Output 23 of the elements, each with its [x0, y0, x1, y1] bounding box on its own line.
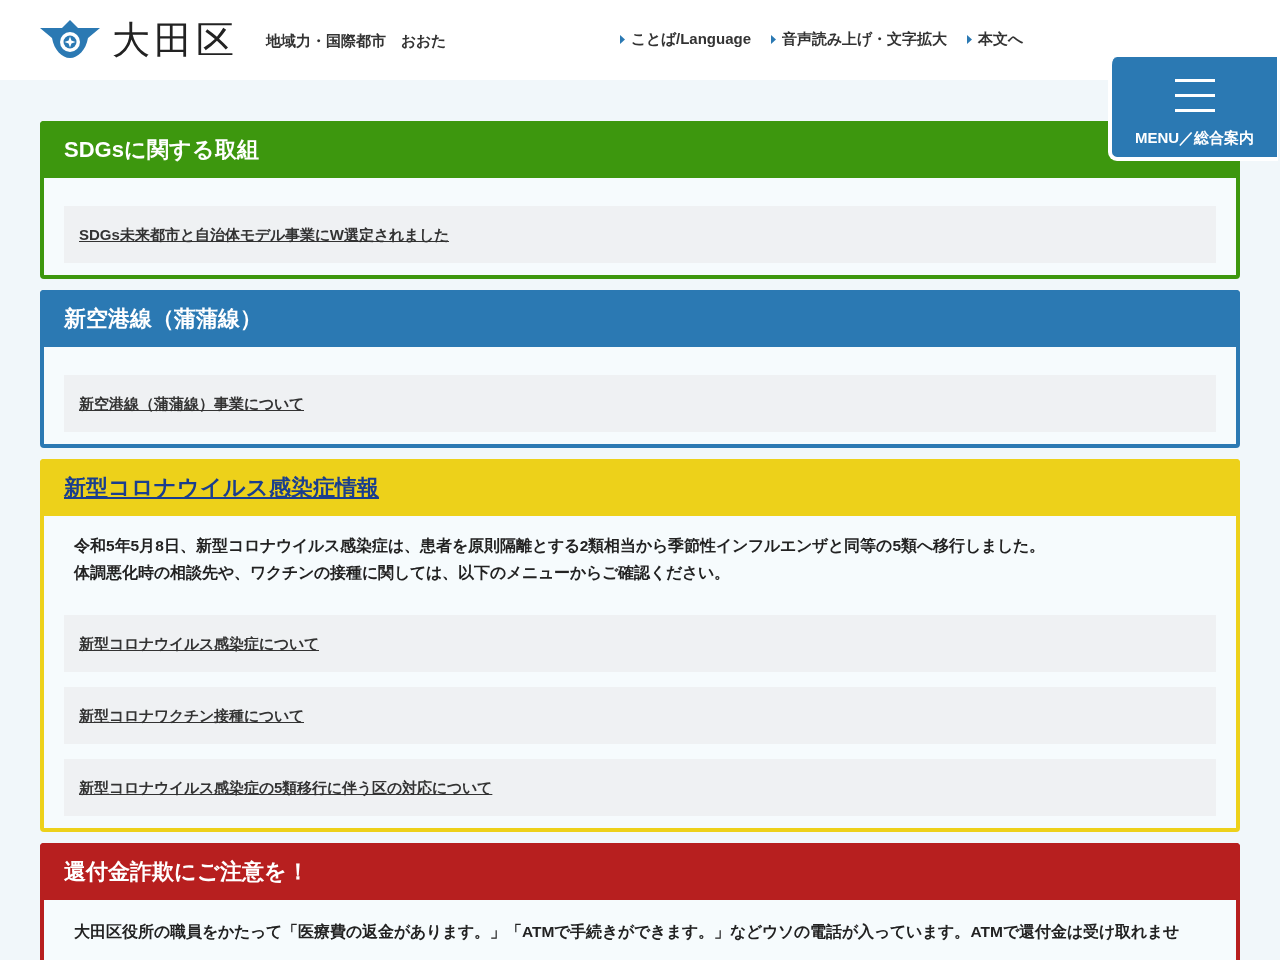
- section-title: SDGsに関する取組: [64, 135, 259, 164]
- link-item[interactable]: 新空港線（蒲蒲線）事業について: [64, 375, 1216, 432]
- link-item[interactable]: 新型コロナウイルス感染症について: [64, 615, 1216, 672]
- header-link[interactable]: 音声読み上げ・文字拡大: [771, 30, 947, 49]
- caret-icon: [771, 35, 776, 44]
- section-title-link[interactable]: 新型コロナウイルス感染症情報: [64, 472, 379, 503]
- site-name-link[interactable]: 大田区: [112, 14, 238, 66]
- tagline: 地域力・国際都市 おおた: [266, 31, 446, 51]
- section-title: 還付金詐欺にご注意を！: [64, 857, 309, 886]
- section-title: 新空港線（蒲蒲線）: [64, 304, 262, 333]
- notice-text: 令和5年5月8日、新型コロナウイルス感染症は、患者を原則隔離とする2類相当から季節性インフルエンザと同等の5類へ移行しました。: [74, 536, 1047, 556]
- link-item[interactable]: SDGs未来都市と自治体モデル事業にW選定されました: [64, 206, 1216, 263]
- menu-icon: [1174, 77, 1215, 113]
- notice-text: 体調悪化時の相談先や、ワクチンの接種に関しては、以下のメニューからご確認ください。: [74, 563, 731, 583]
- header-link[interactable]: 本文へ: [967, 30, 1023, 49]
- notice-text: 大田区役所の職員をかたって「医療費の返金があります。」「ATMで手続きができます。」などウソの電話が入っています。ATMで還付金は受け取れませ: [74, 922, 1180, 943]
- caret-icon: [967, 35, 972, 44]
- link-item[interactable]: 新型コロナウイルス感染症の5類移行に伴う区の対応について: [64, 759, 1216, 816]
- caret-icon: [620, 35, 625, 44]
- link-item[interactable]: 新型コロナワクチン接種について: [64, 687, 1216, 744]
- menu-button[interactable]: MENU／総合案内: [1109, 57, 1277, 160]
- header-link[interactable]: ことば/Language: [620, 30, 751, 49]
- emblem-icon[interactable]: [40, 20, 100, 60]
